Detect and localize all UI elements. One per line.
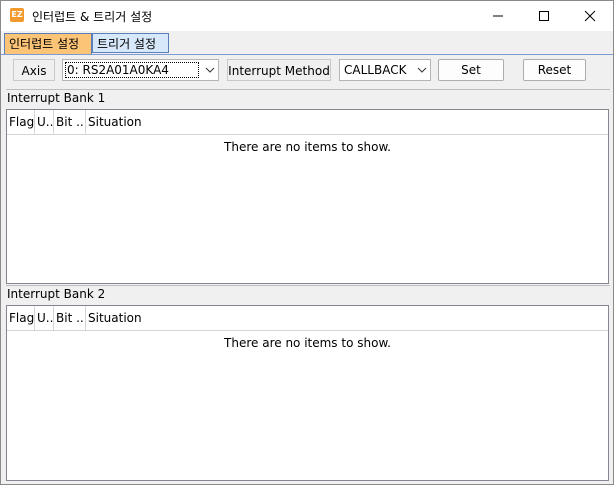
close-icon bbox=[584, 10, 596, 22]
main-window: EZ 인터럽트 & 트리거 설정 인터럽트 설정 트리거 설정 Axis 0: … bbox=[0, 0, 614, 485]
interrupt-method-value: CALLBACK bbox=[344, 63, 407, 77]
window-title: 인터럽트 & 트리거 설정 bbox=[32, 10, 153, 24]
bank-1-list[interactable]: Flag U... Bit ... Situation There are no… bbox=[6, 109, 609, 284]
empty-list-message: There are no items to show. bbox=[224, 140, 391, 154]
title-bar[interactable]: EZ 인터럽트 & 트리거 설정 bbox=[1, 1, 613, 31]
reset-button[interactable]: Reset bbox=[523, 59, 586, 81]
toolbar: Axis 0: RS2A01A0KA4 Interrupt Method CAL… bbox=[1, 56, 613, 86]
bank-2-list[interactable]: Flag U... Bit ... Situation There are no… bbox=[6, 305, 609, 481]
axis-select[interactable]: 0: RS2A01A0KA4 bbox=[62, 59, 219, 81]
bank-divider bbox=[6, 285, 610, 286]
app-icon: EZ bbox=[10, 8, 24, 22]
bank-title: Interrupt Bank 1 bbox=[7, 91, 106, 105]
chevron-down-icon bbox=[417, 67, 427, 73]
maximize-button[interactable] bbox=[521, 1, 567, 31]
column-header-bit[interactable]: Bit ... bbox=[54, 306, 86, 330]
column-header-flag[interactable]: Flag bbox=[7, 110, 35, 134]
interrupt-method-select[interactable]: CALLBACK bbox=[339, 59, 431, 81]
column-header-flag[interactable]: Flag bbox=[7, 306, 35, 330]
bank-divider bbox=[6, 89, 610, 90]
column-header-situation[interactable]: Situation bbox=[86, 306, 608, 330]
column-header-u[interactable]: U... bbox=[35, 306, 54, 330]
axis-select-value: 0: RS2A01A0KA4 bbox=[65, 62, 199, 78]
close-button[interactable] bbox=[567, 1, 613, 31]
minimize-button[interactable] bbox=[475, 1, 521, 31]
tab-bar: 인터럽트 설정 트리거 설정 bbox=[1, 31, 613, 55]
tab-divider bbox=[1, 54, 613, 55]
interrupt-method-label: Interrupt Method bbox=[227, 59, 331, 81]
axis-label: Axis bbox=[13, 59, 55, 81]
set-button[interactable]: Set bbox=[438, 59, 504, 81]
bank-title: Interrupt Bank 2 bbox=[7, 287, 106, 301]
column-header-situation[interactable]: Situation bbox=[86, 110, 608, 134]
minimize-icon bbox=[493, 15, 503, 17]
column-header-bit[interactable]: Bit ... bbox=[54, 110, 86, 134]
tab-interrupt-settings[interactable]: 인터럽트 설정 bbox=[4, 33, 92, 55]
chevron-down-icon bbox=[205, 67, 215, 73]
empty-list-message: There are no items to show. bbox=[224, 336, 391, 350]
list-header: Flag U... Bit ... Situation bbox=[7, 110, 608, 135]
tab-trigger-settings[interactable]: 트리거 설정 bbox=[92, 33, 169, 53]
interrupt-bank-2: Interrupt Bank 2 Flag U... Bit ... Situa… bbox=[6, 285, 610, 481]
interrupt-bank-1: Interrupt Bank 1 Flag U... Bit ... Situa… bbox=[6, 89, 610, 284]
list-header: Flag U... Bit ... Situation bbox=[7, 306, 608, 331]
column-header-u[interactable]: U... bbox=[35, 110, 54, 134]
maximize-icon bbox=[539, 11, 549, 21]
